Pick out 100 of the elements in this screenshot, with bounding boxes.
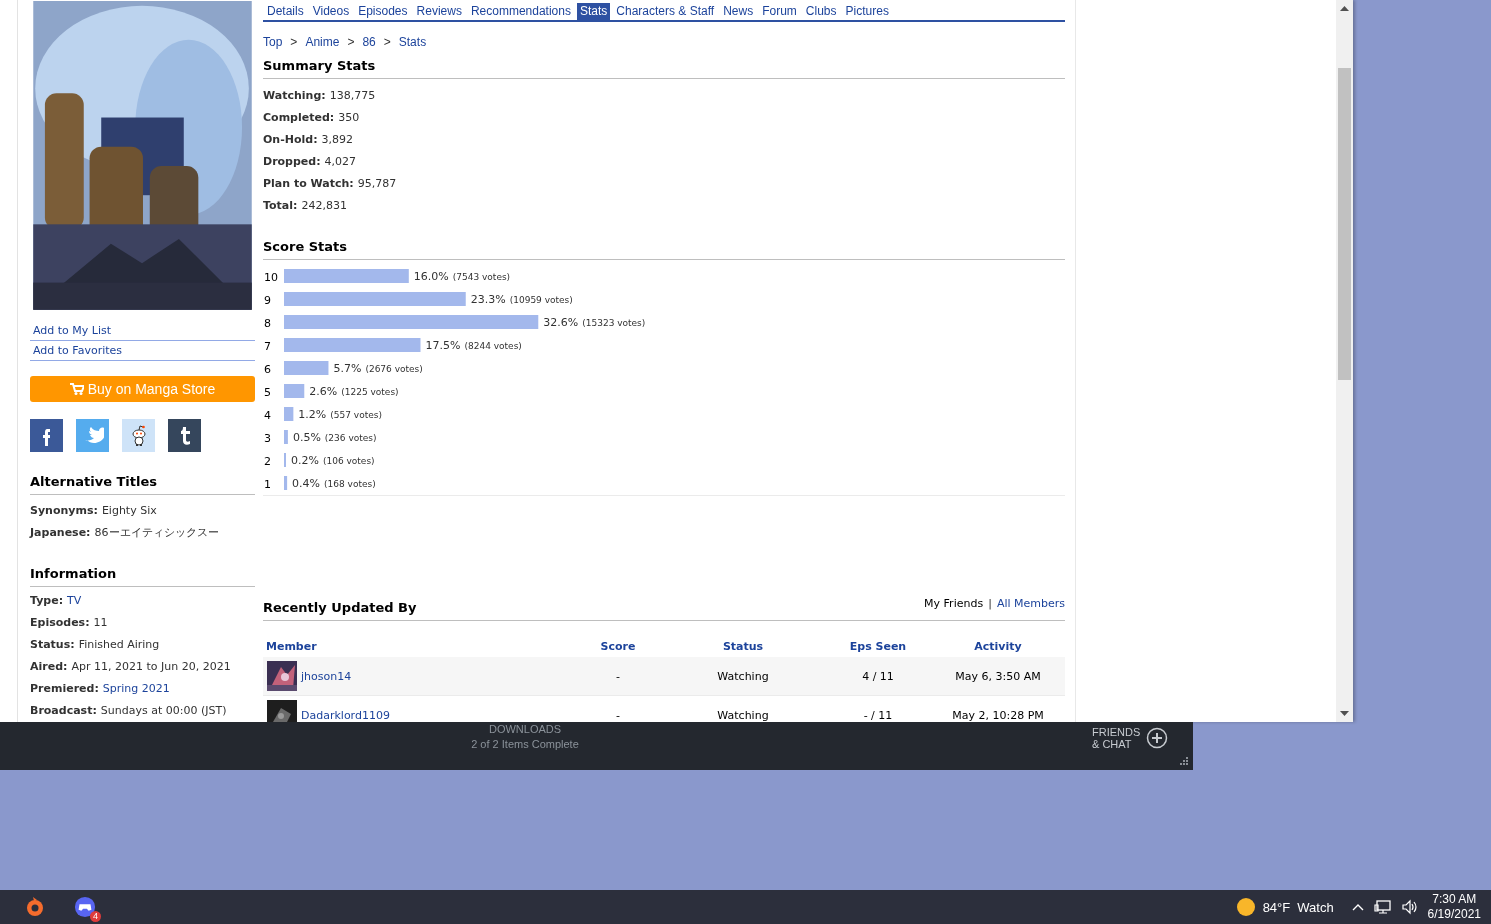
score-label: 8 (264, 317, 271, 330)
nav-tab[interactable]: Forum (759, 3, 800, 20)
column-header: Score (599, 639, 637, 653)
field-value: Sundays at 00:00 (JST) (100, 704, 227, 717)
nav-tab[interactable]: Details (264, 3, 307, 20)
section-heading: Information (30, 566, 255, 587)
nav-tab[interactable]: Characters & Staff (613, 3, 718, 20)
filter-separator: | (988, 596, 992, 612)
sun-icon (1235, 897, 1256, 917)
bar-value-label: 5.7% (2676 votes) (333, 362, 423, 375)
score-label: 10 (264, 271, 278, 284)
score-label: 5 (264, 386, 271, 399)
weather-widget[interactable]: 84°F Watch (1235, 897, 1334, 917)
table-cell-text: - / 11 (862, 708, 894, 722)
field-label: Broadcast: (30, 704, 97, 717)
field-value: 11 (93, 616, 108, 629)
table-cell-text: May 6, 3:50 AM (954, 669, 1042, 683)
nav-tab[interactable]: Pictures (842, 3, 892, 20)
table-cell-text: Watching (716, 669, 770, 683)
table-cell-text: Watching (716, 708, 770, 722)
stat-label: Plan to Watch: (263, 177, 354, 190)
score-bar (284, 430, 288, 444)
section-heading: Alternative Titles (30, 474, 255, 495)
share-button[interactable] (168, 419, 201, 452)
table-cell-text: May 2, 10:28 PM (951, 708, 1045, 722)
downloads-label[interactable]: DOWNLOADS (0, 723, 1050, 736)
breadcrumb-link[interactable]: Top (263, 34, 283, 50)
speaker-icon[interactable] (1400, 899, 1419, 915)
column-header: Eps Seen (848, 639, 908, 653)
score-bar (284, 384, 305, 398)
nav-tab[interactable]: Episodes (355, 3, 411, 20)
member-link[interactable]: Dadarklord1109 (301, 708, 390, 722)
ring-icon[interactable] (24, 896, 46, 918)
share-button[interactable] (122, 419, 155, 452)
score-label: 3 (264, 432, 271, 445)
nav-tab[interactable]: Stats (576, 3, 611, 20)
field-label: Premiered: (30, 682, 99, 695)
table-cell-text: - (615, 708, 621, 722)
filter-link[interactable]: My Friends (924, 596, 984, 612)
field-label: Aired: (30, 660, 68, 673)
field-label: Japanese: (30, 526, 91, 539)
nav-tab[interactable]: Reviews (413, 3, 465, 20)
bar-value-label: 23.3% (10959 votes) (470, 293, 573, 306)
nav-tab[interactable]: Videos (309, 3, 353, 20)
breadcrumb-link[interactable]: 86 (362, 34, 376, 50)
section-heading: Recently Updated By (263, 600, 417, 616)
nav-tab[interactable]: Clubs (802, 3, 840, 20)
bar-value-label: 1.2% (557 votes) (298, 408, 382, 421)
field-value: Eighty Six (101, 504, 157, 517)
clock[interactable]: 7:30 AM 6/19/2021 (1427, 892, 1481, 922)
column-header: Activity (973, 639, 1023, 653)
section-heading: Summary Stats (263, 58, 1065, 79)
stat-value: 242,831 (301, 199, 347, 212)
sidebar-link[interactable]: Add to My List (33, 323, 112, 337)
field-label: Synonyms: (30, 504, 98, 517)
table-cell-text: 4 / 11 (861, 669, 895, 683)
stat-value: 4,027 (324, 155, 357, 168)
stat-value: 3,892 (321, 133, 354, 146)
score-bar (284, 476, 288, 490)
score-label: 1 (264, 478, 271, 491)
bar-value-label: 17.5% (8244 votes) (425, 339, 522, 352)
stat-label: On-Hold: (263, 133, 318, 146)
bar-value-label: 2.6% (1225 votes) (309, 385, 399, 398)
score-label: 7 (264, 340, 271, 353)
field-value: Apr 11, 2021 to Jun 20, 2021 (71, 660, 231, 673)
stat-value: 95,787 (357, 177, 397, 190)
field-label: Type: (30, 594, 64, 607)
field-label: Status: (30, 638, 75, 651)
stat-label: Total: (263, 199, 298, 212)
field-link[interactable]: Spring 2021 (102, 682, 170, 695)
column-header: Status (721, 639, 765, 653)
notification-badge: 4 (90, 911, 101, 922)
stat-label: Completed: (263, 111, 335, 124)
column-header: Member (265, 639, 318, 653)
gamepad-icon[interactable] (74, 895, 96, 919)
sidebar-link[interactable]: Add to Favorites (33, 343, 123, 357)
breadcrumb-separator: > (347, 34, 355, 50)
field-link[interactable]: TV (67, 594, 82, 607)
breadcrumb-link[interactable]: Stats (398, 34, 427, 50)
nav-tab[interactable]: Recommendations (467, 3, 574, 20)
table-cell-text: - (615, 669, 621, 683)
score-label: 6 (264, 363, 271, 376)
nav-tab[interactable]: News (720, 3, 757, 20)
field-label: Episodes: (30, 616, 90, 629)
breadcrumb-link[interactable]: Anime (305, 34, 340, 50)
score-label: 2 (264, 455, 271, 468)
monitor-icon[interactable] (1373, 899, 1392, 915)
share-button[interactable] (30, 419, 63, 452)
resize-grip-icon[interactable] (1179, 756, 1189, 766)
field-value: 86ーエイティシックスー (94, 526, 219, 539)
bar-value-label: 0.4% (168 votes) (292, 477, 376, 490)
plus-circle-icon (1146, 727, 1169, 749)
friends-chat-button[interactable]: FRIENDS & CHAT (1092, 726, 1169, 750)
scrollbar-thumb[interactable] (1338, 68, 1351, 380)
member-link[interactable]: jhoson14 (301, 669, 352, 683)
cart-icon (69, 382, 84, 395)
breadcrumb-separator: > (383, 34, 391, 50)
bar-value-label: 16.0% (7543 votes) (413, 270, 511, 283)
stat-label: Dropped: (263, 155, 321, 168)
filter-link[interactable]: All Members (996, 596, 1065, 612)
